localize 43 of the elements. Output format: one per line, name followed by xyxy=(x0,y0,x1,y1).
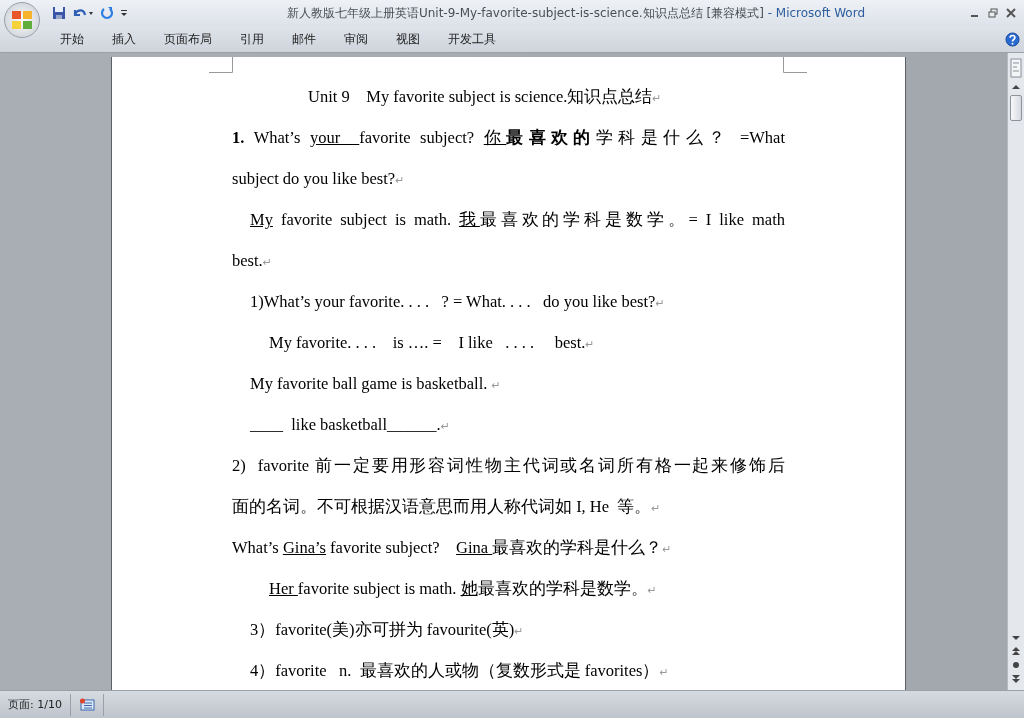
document-text: 面的名词。不可根据汉语意思而用人称代词如 I, He 等。↵ xyxy=(232,496,662,518)
document-text: best.↵ xyxy=(232,250,273,272)
ribbon-tab[interactable]: 审阅 xyxy=(330,28,382,50)
previous-page-icon[interactable] xyxy=(1011,646,1021,656)
scroll-down-icon[interactable] xyxy=(1011,634,1021,642)
document-text: 1. What’s your favorite subject? 你 最喜欢的 学科是什么？ =What xyxy=(232,127,785,149)
document-text: subject do you like best?↵ xyxy=(232,168,406,190)
crop-mark xyxy=(209,57,233,73)
document-text: 2) favorite 前一定要用形容词性物主代词或名词所有格一起来修饰后 xyxy=(232,455,785,477)
office-button[interactable] xyxy=(4,2,40,38)
document-text: Her favorite subject is math. 她最喜欢的学科是数学。↵ xyxy=(268,578,658,600)
scroll-thumb[interactable] xyxy=(1010,95,1022,121)
document-text: 1)What’s your favorite. . . . ? = What. . . . do you like best?↵ xyxy=(249,291,666,313)
document-text: 3）favorite(美)亦可拼为 favourite(英)↵ xyxy=(249,619,525,641)
ribbon-tab[interactable]: 开发工具 xyxy=(434,28,510,50)
app-name: - Microsoft Word xyxy=(767,5,866,20)
window-title: 新人教版七年级上册英语Unit-9-My-favorite-subject-is-science.知识点总结 [兼容模式] xyxy=(286,5,764,20)
browse-object-icon[interactable] xyxy=(1011,660,1021,670)
document-text: My favorite. . . . is …. = I like . . . . best.↵ xyxy=(268,332,596,354)
crop-mark xyxy=(783,57,807,73)
customize-icon[interactable] xyxy=(120,8,128,18)
document-text: ____ like basketball______.↵ xyxy=(249,414,451,436)
save-icon[interactable] xyxy=(52,6,66,20)
office-logo-icon xyxy=(10,8,34,32)
scroll-up-icon[interactable] xyxy=(1011,83,1021,91)
document-text: What’s Gina’s favorite subject? Gina 最喜欢的学科是什么？↵ xyxy=(232,537,673,559)
document-text: My favorite ball game is basketball. ↵ xyxy=(249,373,502,395)
ribbon-tab[interactable]: 视图 xyxy=(382,28,434,50)
ribbon-tab[interactable]: 插入 xyxy=(98,28,150,50)
document-text: My favorite subject is math. 我最喜欢的学科是数学。= I like math xyxy=(249,209,785,231)
document-view-icon[interactable] xyxy=(78,698,95,711)
ribbon-tab[interactable]: 开始 xyxy=(46,28,98,50)
next-page-icon[interactable] xyxy=(1011,674,1021,684)
redo-icon[interactable] xyxy=(100,6,114,20)
document-text: Unit 9 My favorite subject is science.知识点总结↵ xyxy=(307,86,663,108)
help-icon[interactable] xyxy=(1005,31,1020,47)
close-icon[interactable] xyxy=(1006,8,1016,18)
ribbon-tab[interactable]: 引用 xyxy=(226,28,278,50)
ribbon-tab[interactable]: 页面布局 xyxy=(150,28,226,50)
ribbon-tab[interactable]: 邮件 xyxy=(278,28,330,50)
document-text: 4）favorite n. 最喜欢的人或物（复数形式是 favorites）↵ xyxy=(249,660,670,682)
page-count[interactable]: 页面: 1/10 xyxy=(0,693,71,716)
restore-icon[interactable] xyxy=(988,8,998,18)
